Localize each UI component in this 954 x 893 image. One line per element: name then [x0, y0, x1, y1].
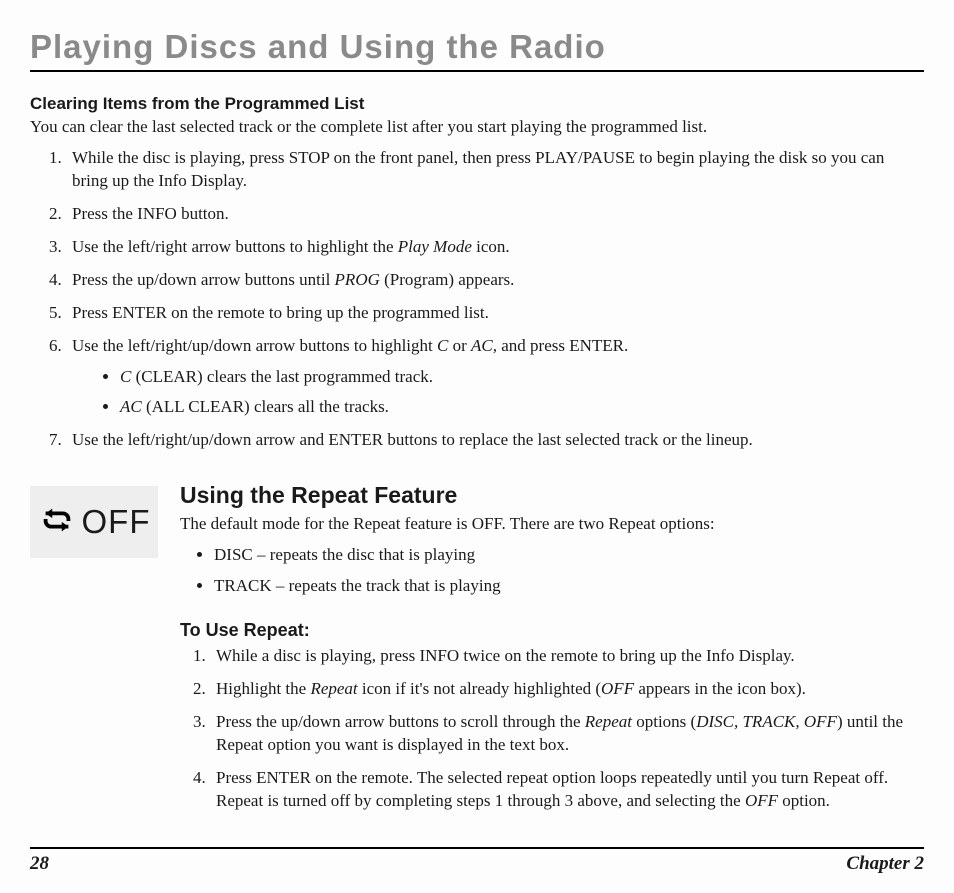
step-6-ac: AC, [471, 336, 497, 355]
r2b: Repeat [310, 679, 357, 698]
r2a: Highlight the [216, 679, 310, 698]
repeat-step-2: Highlight the Repeat icon if it's not al… [210, 678, 924, 701]
step-3-text-c: icon. [472, 237, 510, 256]
footer-rule [30, 847, 924, 849]
step-2: Press the INFO button. [66, 203, 924, 226]
step-6-text-a: Use the left/right/up/down arrow buttons… [72, 336, 437, 355]
repeat-intro: The default mode for the Repeat feature … [180, 513, 924, 536]
page-number: 28 [30, 853, 49, 875]
page-footer: 28 Chapter 2 [30, 847, 924, 875]
step-4: Press the up/down arrow buttons until PR… [66, 269, 924, 292]
r3d: DISC, TRACK, OFF [696, 712, 837, 731]
step-3-text-a: Use the left/right arrow buttons to high… [72, 237, 398, 256]
step-4-prog: PROG [335, 270, 380, 289]
manual-page: Playing Discs and Using the Radio Cleari… [0, 0, 954, 893]
step-5: Press ENTER on the remote to bring up th… [66, 302, 924, 325]
section-heading-clearing: Clearing Items from the Programmed List [30, 94, 924, 114]
step-7: Use the left/right/up/down arrow and ENT… [66, 429, 924, 452]
chapter-label: Chapter 2 [846, 853, 924, 875]
chapter-title: Playing Discs and Using the Radio [30, 28, 924, 66]
sub-c-text: (CLEAR) clears the last programmed track… [131, 367, 433, 386]
step-6-text-c: or [448, 336, 471, 355]
sub-ac-text: (ALL CLEAR) clears all the tracks. [142, 397, 389, 416]
sub-ac-label: AC [120, 397, 142, 416]
step-3-play-mode: Play Mode [398, 237, 472, 256]
r3a: Press the up/down arrow buttons to scrol… [216, 712, 585, 731]
repeat-heading: Using the Repeat Feature [180, 482, 924, 509]
repeat-off-label: OFF [82, 503, 151, 541]
r3c: options ( [632, 712, 696, 731]
repeat-step-1: While a disc is playing, press INFO twic… [210, 645, 924, 668]
repeat-option-disc: DISC – repeats the disc that is playing [214, 544, 924, 567]
r4b: OFF [745, 791, 778, 810]
clearing-steps: While the disc is playing, press STOP on… [30, 147, 924, 452]
to-use-repeat-heading: To Use Repeat: [180, 620, 924, 641]
title-rule [30, 70, 924, 72]
repeat-step-4: Press ENTER on the remote. The selected … [210, 767, 924, 813]
repeat-off-iconbox: OFF [30, 486, 158, 558]
repeat-content: Using the Repeat Feature The default mod… [180, 482, 924, 832]
step-3: Use the left/right arrow buttons to high… [66, 236, 924, 259]
sub-c-label: C [120, 367, 131, 386]
repeat-option-track: TRACK – repeats the track that is playin… [214, 575, 924, 598]
repeat-options: DISC – repeats the disc that is playing … [180, 544, 924, 598]
section-intro: You can clear the last selected track or… [30, 116, 924, 139]
r2d: OFF [601, 679, 634, 698]
repeat-step-3: Press the up/down arrow buttons to scrol… [210, 711, 924, 757]
step-6-sublist: C (CLEAR) clears the last programmed tra… [72, 366, 924, 420]
r3b: Repeat [585, 712, 632, 731]
step-1: While the disc is playing, press STOP on… [66, 147, 924, 193]
step-6-text-e: and press ENTER. [497, 336, 628, 355]
step-4-text-c: (Program) appears. [380, 270, 515, 289]
r4c: option. [778, 791, 830, 810]
sub-ac: AC (ALL CLEAR) clears all the tracks. [120, 396, 924, 419]
repeat-steps: While a disc is playing, press INFO twic… [180, 645, 924, 813]
r2e: appears in the icon box). [634, 679, 806, 698]
repeat-icon [38, 501, 76, 544]
sub-c: C (CLEAR) clears the last programmed tra… [120, 366, 924, 389]
step-6: Use the left/right/up/down arrow buttons… [66, 335, 924, 420]
step-4-text-a: Press the up/down arrow buttons until [72, 270, 335, 289]
repeat-section: OFF Using the Repeat Feature The default… [30, 482, 924, 832]
step-6-c: C [437, 336, 448, 355]
r2c: icon if it's not already highlighted ( [358, 679, 601, 698]
